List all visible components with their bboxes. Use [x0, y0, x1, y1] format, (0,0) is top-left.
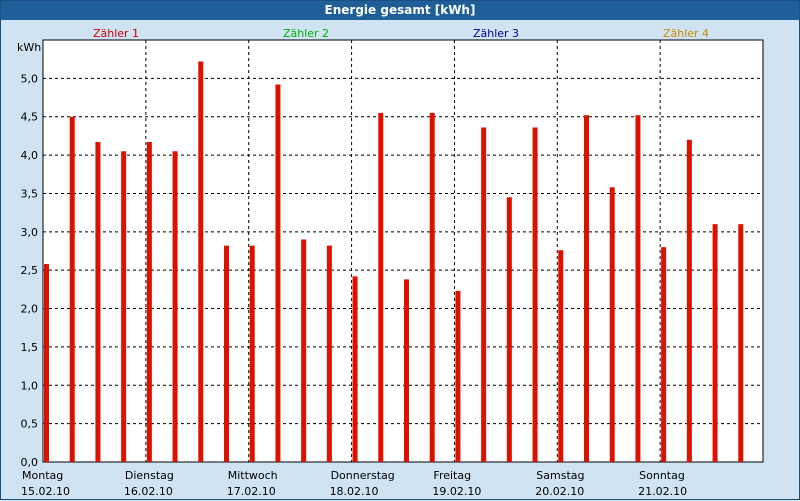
bar — [429, 112, 435, 463]
bar — [301, 239, 307, 462]
energy-chart: 0,0 0,5 1,0 1,5 2,0 2,5 3,0 3,5 4,0 4,5 5,0 Montag… — [17, 27, 764, 498]
x-tick-day: Sonntag — [639, 469, 685, 482]
x-tick-day: Mittwoch — [228, 469, 278, 482]
bar — [481, 127, 487, 463]
legend-entry: Zähler 2 — [283, 27, 329, 40]
y-tick-label: 1,5 — [21, 341, 39, 354]
bar — [95, 142, 101, 462]
x-tick-date: 17.02.10 — [227, 485, 276, 498]
bar — [146, 142, 152, 462]
x-tick-date: 16.02.10 — [124, 485, 173, 498]
y-tick-label: 4,5 — [21, 111, 39, 124]
x-tick-date: 21.02.10 — [638, 485, 687, 498]
bar — [172, 151, 178, 462]
bar — [506, 197, 512, 463]
bar — [661, 247, 667, 462]
bar — [44, 264, 49, 462]
y-tick-label: 3,0 — [21, 226, 39, 239]
bar — [738, 224, 744, 462]
x-tick-day: Samstag — [536, 469, 584, 482]
bar — [686, 139, 692, 462]
y-tick-label: 0,5 — [21, 418, 39, 431]
chart-window: Energie gesamt [kWh] 0,0 0,5 1,0 1,5 2,0 2,5 3… — [0, 0, 800, 500]
bar — [609, 187, 615, 463]
legend-entry: Zähler 4 — [663, 27, 709, 40]
legend-entry: Zähler 1 — [93, 27, 139, 40]
bar — [198, 61, 204, 462]
bar — [69, 116, 75, 463]
x-tick-day: Montag — [22, 469, 63, 482]
bar — [249, 245, 255, 462]
y-tick-label: 0,0 — [21, 456, 39, 469]
y-tick-label: 3,5 — [21, 187, 39, 200]
x-tick-day: Freitag — [433, 469, 471, 482]
bar — [121, 151, 127, 462]
y-tick-label: 2,5 — [21, 264, 39, 277]
y-tick-label: 1,0 — [21, 379, 39, 392]
x-tick-date: 15.02.10 — [21, 485, 70, 498]
bar — [378, 112, 384, 463]
bar — [532, 127, 538, 463]
bar — [584, 115, 589, 463]
legend-entry: Zähler 3 — [473, 27, 519, 40]
x-tick-date: 20.02.10 — [535, 485, 584, 498]
bar — [224, 245, 229, 462]
y-axis-label: kWh — [17, 41, 41, 54]
y-tick-label: 5,0 — [21, 72, 39, 85]
bar — [558, 250, 564, 462]
y-tick-label: 4,0 — [21, 149, 39, 162]
bar — [455, 290, 461, 462]
x-tick-date: 19.02.10 — [432, 485, 481, 498]
x-tick-day: Dienstag — [125, 469, 174, 482]
x-tick-day: Donnerstag — [331, 469, 395, 482]
bar — [275, 84, 281, 462]
x-tick-date: 18.02.10 — [330, 485, 379, 498]
bar — [326, 245, 332, 462]
bar — [404, 279, 409, 462]
bar — [712, 224, 718, 462]
bar — [352, 276, 358, 462]
bar — [635, 115, 641, 463]
y-tick-label: 2,0 — [21, 303, 39, 316]
